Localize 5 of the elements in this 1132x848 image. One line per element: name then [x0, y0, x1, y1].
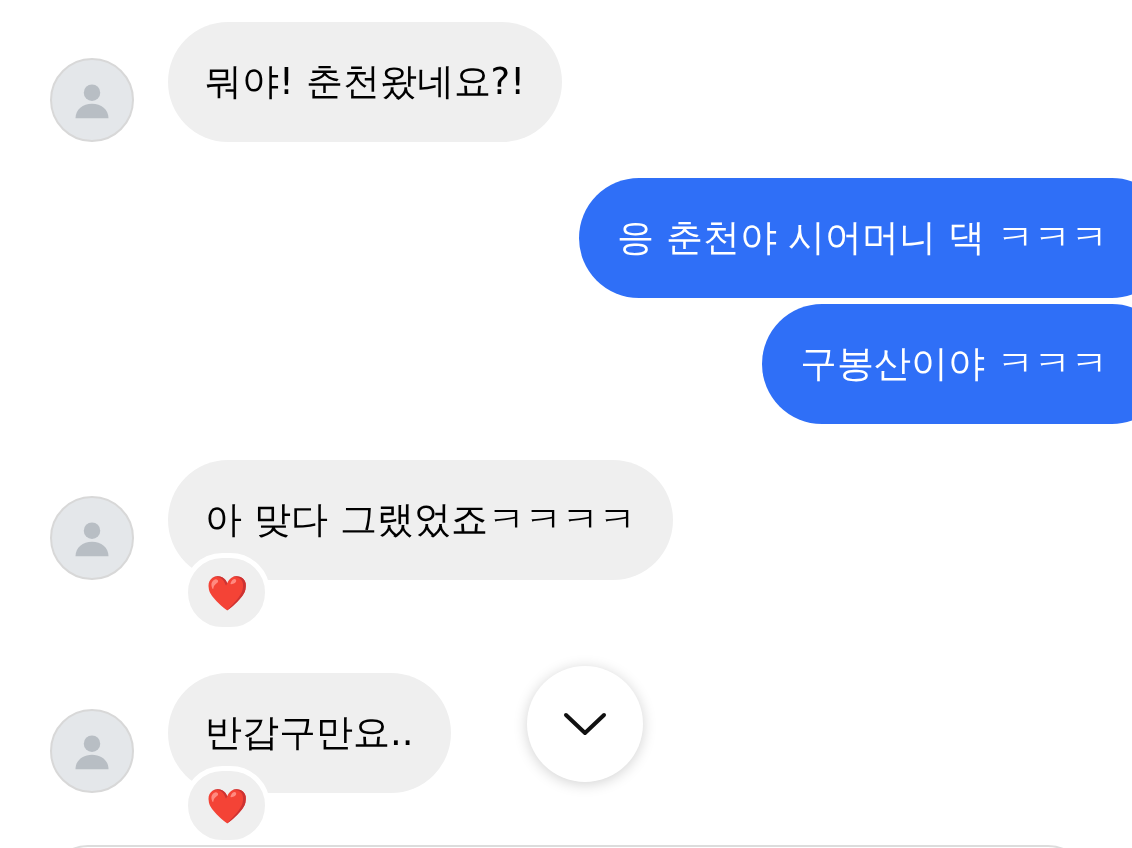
- message-bubble: 뭐야! 춘천왔네요?!: [168, 22, 563, 142]
- message-bubble: 응 춘천야 시어머니 댁 ㅋㅋㅋ: [578, 178, 1132, 298]
- scroll-down-button[interactable]: [527, 666, 643, 782]
- chevron-down-icon: [563, 712, 607, 736]
- message-bubble: 구봉산이야 ㅋㅋㅋ: [762, 304, 1132, 424]
